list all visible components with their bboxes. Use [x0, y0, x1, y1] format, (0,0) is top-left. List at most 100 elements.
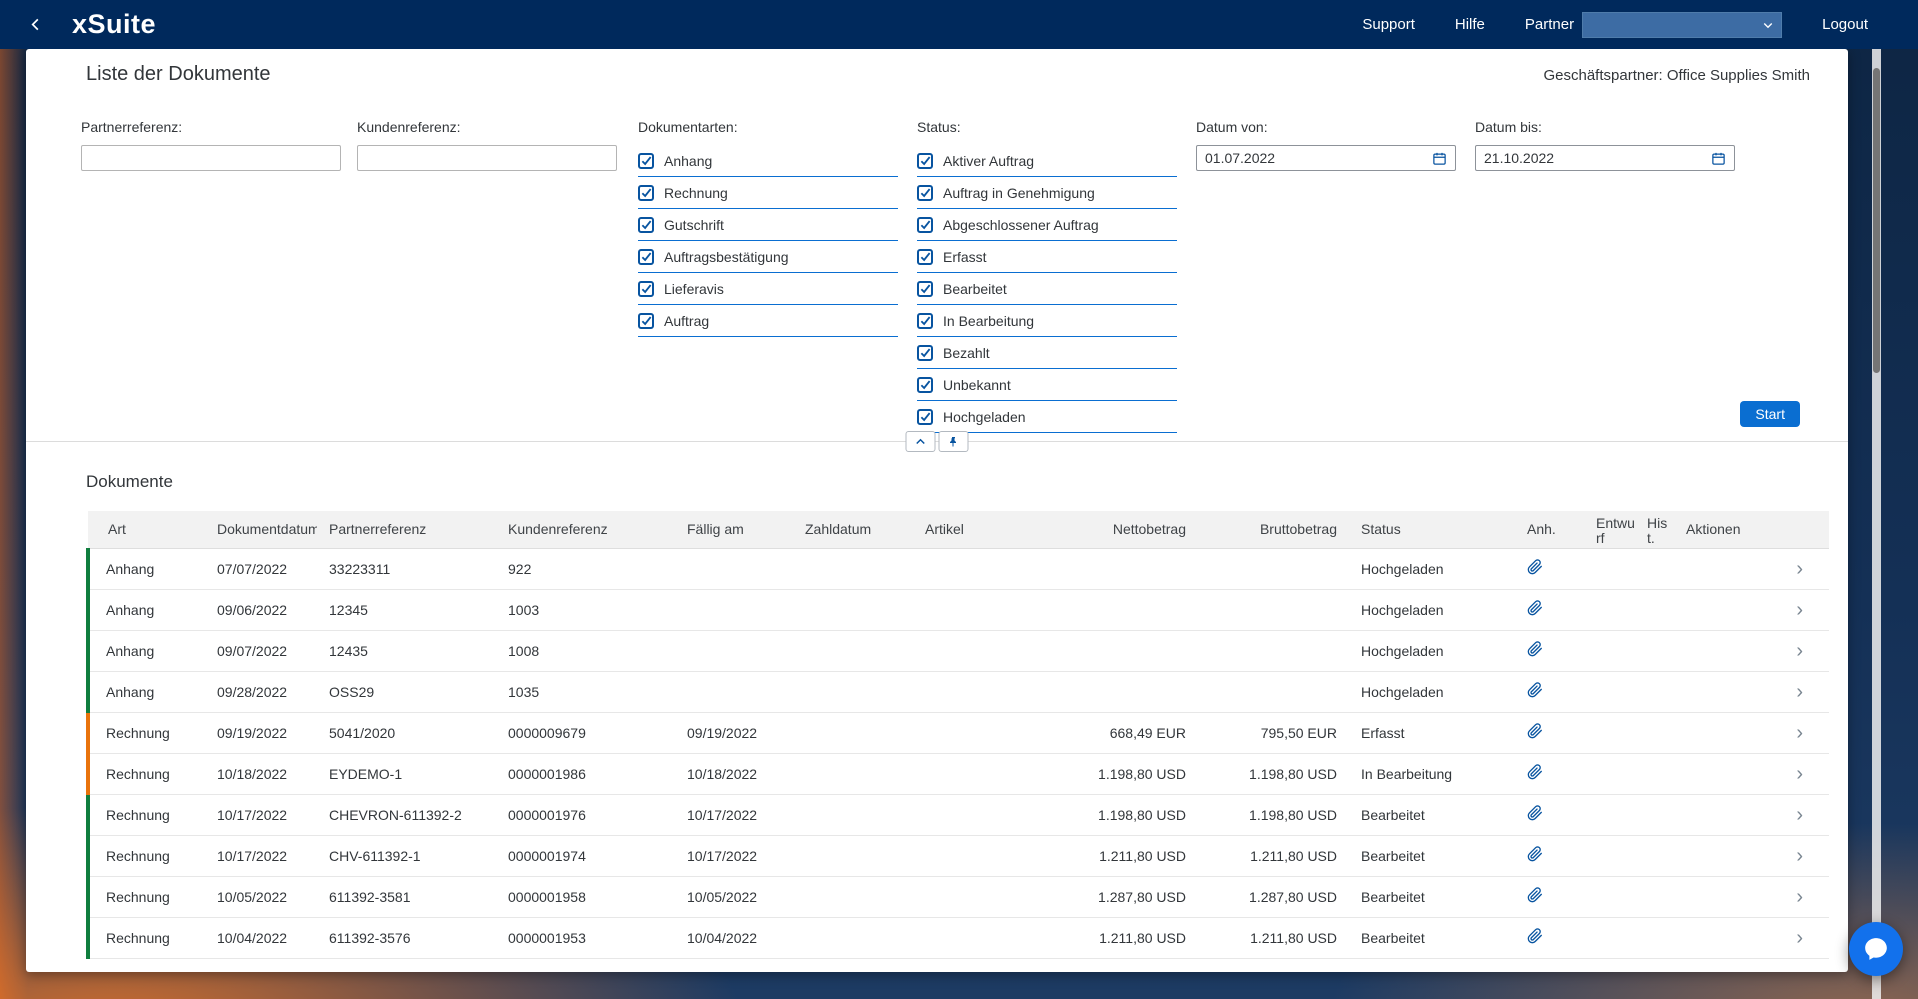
calendar-icon[interactable]: [1711, 151, 1726, 166]
nettobetrag-cell: 1.211,80 USD: [1046, 917, 1198, 958]
paperclip-icon[interactable]: [1527, 723, 1543, 739]
partnerreferenz-input[interactable]: [81, 145, 341, 171]
checkbox-icon[interactable]: [917, 217, 933, 233]
table-row[interactable]: Anhang07/07/202233223311922Hochgeladen›: [88, 548, 1829, 589]
back-button[interactable]: [28, 13, 48, 37]
checkbox-icon[interactable]: [917, 377, 933, 393]
hist-cell: [1635, 794, 1674, 835]
dokumentart-checkbox-gutschrift[interactable]: Gutschrift: [638, 209, 898, 241]
dokumentart-checkbox-auftragsbestätigung[interactable]: Auftragsbestätigung: [638, 241, 898, 273]
row-detail-chevron-icon[interactable]: ›: [1796, 845, 1803, 867]
status-checkbox-aktiver-auftrag[interactable]: Aktiver Auftrag: [917, 145, 1177, 177]
checkbox-icon[interactable]: [917, 153, 933, 169]
paperclip-icon[interactable]: [1527, 682, 1543, 698]
status-checkbox-erfasst[interactable]: Erfasst: [917, 241, 1177, 273]
row-detail-chevron-icon[interactable]: ›: [1796, 558, 1803, 580]
datum-bis-label: Datum bis:: [1475, 119, 1735, 136]
column-header-entwurf: Entwurf: [1584, 511, 1635, 548]
status-checkbox-hochgeladen[interactable]: Hochgeladen: [917, 401, 1177, 433]
scrollbar-thumb[interactable]: [1873, 68, 1880, 373]
datum-von-label: Datum von:: [1196, 119, 1456, 136]
status-checkbox-in-bearbeitung[interactable]: In Bearbeitung: [917, 305, 1177, 337]
checkbox-icon[interactable]: [917, 281, 933, 297]
checkbox-icon[interactable]: [638, 281, 654, 297]
checkbox-icon[interactable]: [638, 217, 654, 233]
row-detail-chevron-icon[interactable]: ›: [1796, 599, 1803, 621]
table-row[interactable]: Rechnung10/17/2022CHV-611392-10000001974…: [88, 835, 1829, 876]
checkbox-icon[interactable]: [638, 153, 654, 169]
table-row[interactable]: Rechnung10/18/2022EYDEMO-1000000198610/1…: [88, 753, 1829, 794]
partner-select[interactable]: [1582, 12, 1782, 38]
artikel-cell: [913, 589, 1046, 630]
dokumentart-checkbox-rechnung[interactable]: Rechnung: [638, 177, 898, 209]
partnerreferenz-filter: Partnerreferenz:: [81, 119, 341, 171]
check-icon: [920, 315, 931, 326]
paperclip-icon[interactable]: [1527, 641, 1543, 657]
row-detail-chevron-icon[interactable]: ›: [1796, 640, 1803, 662]
chat-button[interactable]: [1849, 922, 1903, 976]
checkbox-icon[interactable]: [917, 409, 933, 425]
paperclip-icon[interactable]: [1527, 846, 1543, 862]
row-detail-chevron-icon[interactable]: ›: [1796, 804, 1803, 826]
dokumentarten-filter: Dokumentarten: AnhangRechnungGutschriftA…: [638, 119, 898, 337]
support-link[interactable]: Support: [1362, 16, 1415, 33]
table-row[interactable]: Rechnung10/17/2022CHEVRON-611392-2000000…: [88, 794, 1829, 835]
hilfe-link[interactable]: Hilfe: [1455, 16, 1485, 33]
logout-link[interactable]: Logout: [1822, 16, 1868, 33]
checkbox-icon[interactable]: [917, 249, 933, 265]
documents-panel: Liste der Dokumente Geschäftspartner: Of…: [26, 49, 1848, 972]
calendar-icon[interactable]: [1432, 151, 1447, 166]
table-row[interactable]: Anhang09/07/2022124351008Hochgeladen›: [88, 630, 1829, 671]
status-checkbox-bezahlt[interactable]: Bezahlt: [917, 337, 1177, 369]
checkbox-icon[interactable]: [917, 313, 933, 329]
paperclip-icon[interactable]: [1527, 764, 1543, 780]
start-button[interactable]: Start: [1740, 401, 1800, 427]
paperclip-icon[interactable]: [1527, 559, 1543, 575]
checkbox-icon[interactable]: [638, 185, 654, 201]
checkbox-label: Bezahlt: [943, 345, 990, 361]
scrollbar-track[interactable]: [1872, 49, 1881, 999]
dokumentarten-label: Dokumentarten:: [638, 119, 898, 136]
status-checkbox-auftrag-in-genehmigung[interactable]: Auftrag in Genehmigung: [917, 177, 1177, 209]
bruttobetrag-cell: [1198, 671, 1349, 712]
row-detail-chevron-icon[interactable]: ›: [1796, 927, 1803, 949]
paperclip-icon[interactable]: [1527, 805, 1543, 821]
collapse-filterbar-button[interactable]: [906, 431, 936, 452]
row-detail-chevron-icon[interactable]: ›: [1796, 763, 1803, 785]
paperclip-icon[interactable]: [1527, 928, 1543, 944]
paperclip-icon[interactable]: [1527, 600, 1543, 616]
checkbox-icon[interactable]: [917, 345, 933, 361]
dokumentdatum-cell: 09/06/2022: [205, 589, 317, 630]
pin-icon: [948, 436, 960, 448]
checkbox-icon[interactable]: [638, 313, 654, 329]
dokumentart-checkbox-lieferavis[interactable]: Lieferavis: [638, 273, 898, 305]
row-detail-chevron-icon[interactable]: ›: [1796, 722, 1803, 744]
table-row[interactable]: Rechnung10/05/2022611392-358100000019581…: [88, 876, 1829, 917]
column-header-zahldatum: Zahldatum: [793, 511, 913, 548]
hist-cell: [1635, 589, 1674, 630]
status-cell: Hochgeladen: [1349, 589, 1515, 630]
table-row[interactable]: Rechnung10/04/2022611392-357600000019531…: [88, 917, 1829, 958]
art-cell: Rechnung: [88, 835, 205, 876]
anhang-cell: [1515, 794, 1584, 835]
kundenreferenz-input[interactable]: [357, 145, 617, 171]
column-header-artikel: Artikel: [913, 511, 1046, 548]
table-row[interactable]: Anhang09/28/2022OSS291035Hochgeladen›: [88, 671, 1829, 712]
table-row[interactable]: Rechnung09/19/20225041/2020000000967909/…: [88, 712, 1829, 753]
status-checkbox-bearbeitet[interactable]: Bearbeitet: [917, 273, 1177, 305]
checkbox-icon[interactable]: [917, 185, 933, 201]
row-detail-chevron-icon[interactable]: ›: [1796, 886, 1803, 908]
row-detail-chevron-icon[interactable]: ›: [1796, 681, 1803, 703]
kundenreferenz-cell: 1008: [496, 630, 675, 671]
dokumentart-checkbox-anhang[interactable]: Anhang: [638, 145, 898, 177]
datum-bis-input[interactable]: 21.10.2022: [1475, 145, 1735, 171]
pin-filterbar-button[interactable]: [939, 431, 969, 452]
checkbox-icon[interactable]: [638, 249, 654, 265]
dokumentart-checkbox-auftrag[interactable]: Auftrag: [638, 305, 898, 337]
datum-bis-value: 21.10.2022: [1484, 150, 1711, 166]
paperclip-icon[interactable]: [1527, 887, 1543, 903]
status-checkbox-abgeschlossener-auftrag[interactable]: Abgeschlossener Auftrag: [917, 209, 1177, 241]
table-row[interactable]: Anhang09/06/2022123451003Hochgeladen›: [88, 589, 1829, 630]
datum-von-input[interactable]: 01.07.2022: [1196, 145, 1456, 171]
status-checkbox-unbekannt[interactable]: Unbekannt: [917, 369, 1177, 401]
